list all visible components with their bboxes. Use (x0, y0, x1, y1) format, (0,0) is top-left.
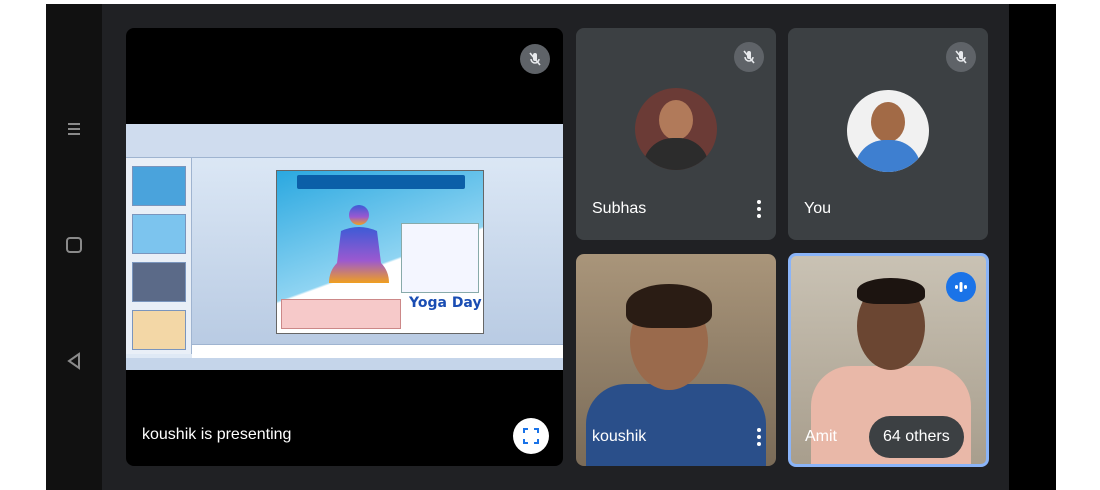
home-icon[interactable] (65, 236, 83, 259)
recents-icon[interactable] (65, 120, 83, 143)
slide-title-text: Yoga Day (409, 295, 482, 311)
participant-tile-amit[interactable]: Amit 64 others (788, 253, 989, 467)
meditation-figure-icon (329, 205, 389, 283)
notes-pane (192, 344, 563, 358)
back-icon[interactable] (65, 352, 83, 375)
slide-info-panel (401, 223, 479, 293)
slide-header (297, 175, 465, 189)
slide-thumbnails (126, 158, 192, 354)
ppt-ribbon (126, 124, 563, 158)
more-vert-icon[interactable] (756, 428, 762, 450)
meeting-grid: Yoga Day koushik is presenting Subhas Yo… (102, 4, 1009, 490)
ppt-status-bar (126, 358, 563, 370)
presenting-banner: koushik is presenting (142, 426, 292, 443)
slide-thumb-2 (132, 214, 186, 254)
mic-off-icon (734, 42, 764, 72)
others-count-chip[interactable]: 64 others (869, 416, 964, 458)
slide-stage: Yoga Day (192, 158, 563, 344)
avatar (847, 90, 929, 172)
participant-name: koushik (592, 428, 647, 445)
current-slide: Yoga Day (276, 170, 484, 334)
slide-footer-box (281, 299, 401, 329)
participant-tile-you[interactable]: You (788, 28, 988, 240)
shared-screen: Yoga Day (126, 124, 563, 370)
slide-thumb-1 (132, 166, 186, 206)
mic-off-icon (946, 42, 976, 72)
avatar (635, 88, 717, 170)
slide-thumb-3 (132, 262, 186, 302)
more-vert-icon[interactable] (756, 200, 762, 222)
audio-level-icon (946, 272, 976, 302)
participant-tile-koushik[interactable]: koushik (576, 254, 776, 466)
fullscreen-icon (523, 428, 539, 444)
android-nav-bar (46, 4, 102, 490)
participant-name: Subhas (592, 200, 647, 217)
fullscreen-button[interactable] (513, 418, 549, 454)
slide-thumb-4 (132, 310, 186, 350)
device-edge (1009, 4, 1056, 490)
participant-tile-subhas[interactable]: Subhas (576, 28, 776, 240)
participant-name: Amit (805, 428, 837, 445)
presentation-tile[interactable]: Yoga Day koushik is presenting (126, 28, 563, 466)
mic-off-icon (520, 44, 550, 74)
participant-name: You (804, 200, 831, 217)
